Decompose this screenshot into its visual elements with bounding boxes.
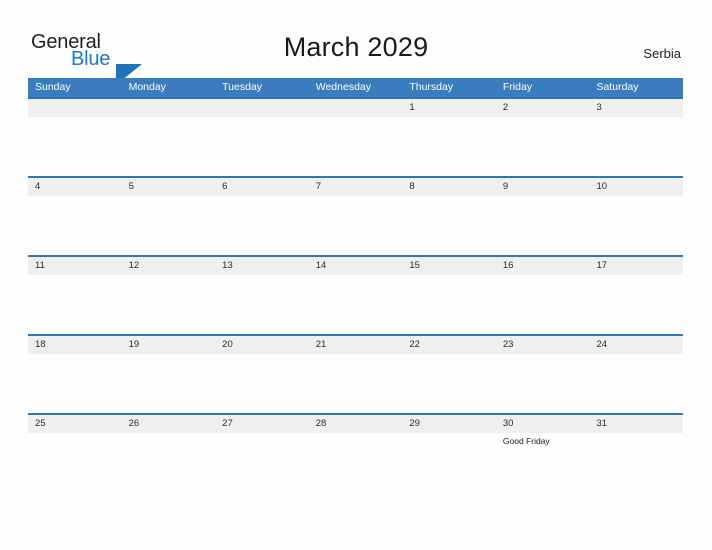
day-event bbox=[402, 117, 496, 178]
week-row: 25 26 27 28 29 30 31 Good Friday bbox=[28, 413, 683, 494]
day-number[interactable]: 4 bbox=[28, 178, 122, 196]
day-number[interactable]: 6 bbox=[215, 178, 309, 196]
week-row: 1 2 3 bbox=[28, 97, 683, 178]
day-event bbox=[309, 196, 403, 257]
day-event bbox=[309, 433, 403, 494]
day-number[interactable]: 11 bbox=[28, 257, 122, 275]
week-date-band: 1 2 3 bbox=[28, 99, 683, 117]
weekday-header-row: Sunday Monday Tuesday Wednesday Thursday… bbox=[28, 78, 683, 97]
calendar-grid: Sunday Monday Tuesday Wednesday Thursday… bbox=[28, 78, 683, 494]
week-date-band: 18 19 20 21 22 23 24 bbox=[28, 336, 683, 354]
day-number[interactable]: 3 bbox=[589, 99, 683, 117]
page-header: General Blue March 2029 Serbia bbox=[0, 0, 712, 85]
day-event-good-friday: Good Friday bbox=[502, 436, 550, 446]
page-title: March 2029 bbox=[283, 32, 429, 62]
day-event bbox=[589, 117, 683, 178]
week-date-band: 11 12 13 14 15 16 17 bbox=[28, 257, 683, 275]
day-number[interactable]: 30 bbox=[496, 415, 590, 433]
week-event-body bbox=[28, 196, 683, 257]
weekday-header-monday: Monday bbox=[128, 81, 166, 93]
day-event bbox=[122, 433, 216, 494]
day-number[interactable]: 19 bbox=[122, 336, 216, 354]
day-event bbox=[28, 354, 122, 415]
day-number[interactable]: 21 bbox=[309, 336, 403, 354]
week-row: 4 5 6 7 8 9 10 bbox=[28, 176, 683, 257]
day-number[interactable]: 28 bbox=[309, 415, 403, 433]
weekday-header-saturday: Saturday bbox=[596, 81, 639, 93]
day-number[interactable]: 13 bbox=[215, 257, 309, 275]
week-row: 18 19 20 21 22 23 24 bbox=[28, 334, 683, 415]
day-number[interactable] bbox=[28, 99, 122, 117]
day-number[interactable]: 5 bbox=[122, 178, 216, 196]
day-event bbox=[122, 275, 216, 336]
day-event bbox=[28, 117, 122, 178]
day-number[interactable]: 29 bbox=[402, 415, 496, 433]
day-number[interactable]: 26 bbox=[122, 415, 216, 433]
weekday-header-wednesday: Wednesday bbox=[315, 81, 371, 93]
week-event-body: Good Friday bbox=[28, 433, 683, 494]
day-number[interactable]: 9 bbox=[496, 178, 590, 196]
week-row: 11 12 13 14 15 16 17 bbox=[28, 255, 683, 336]
day-number[interactable] bbox=[122, 99, 216, 117]
weekday-header-tuesday: Tuesday bbox=[222, 81, 263, 93]
day-number[interactable]: 31 bbox=[589, 415, 683, 433]
day-number[interactable]: 10 bbox=[589, 178, 683, 196]
day-event bbox=[589, 433, 683, 494]
day-event bbox=[215, 196, 309, 257]
day-number[interactable]: 18 bbox=[28, 336, 122, 354]
day-event bbox=[28, 196, 122, 257]
country-label: Serbia bbox=[643, 46, 681, 61]
day-number[interactable]: 27 bbox=[215, 415, 309, 433]
week-event-body bbox=[28, 117, 683, 178]
day-number[interactable]: 20 bbox=[215, 336, 309, 354]
day-event bbox=[402, 196, 496, 257]
day-number[interactable]: 24 bbox=[589, 336, 683, 354]
week-date-band: 25 26 27 28 29 30 31 bbox=[28, 415, 683, 433]
day-event bbox=[309, 354, 403, 415]
day-event bbox=[309, 275, 403, 336]
day-number[interactable] bbox=[309, 99, 403, 117]
day-number[interactable]: 22 bbox=[402, 336, 496, 354]
day-event bbox=[215, 275, 309, 336]
day-number[interactable]: 17 bbox=[589, 257, 683, 275]
week-event-body bbox=[28, 354, 683, 415]
day-event bbox=[496, 275, 590, 336]
week-event-body bbox=[28, 275, 683, 336]
weekday-header-thursday: Thursday bbox=[409, 81, 454, 93]
day-number[interactable]: 14 bbox=[309, 257, 403, 275]
day-event bbox=[496, 117, 590, 178]
week-date-band: 4 5 6 7 8 9 10 bbox=[28, 178, 683, 196]
day-number[interactable]: 16 bbox=[496, 257, 590, 275]
day-number[interactable]: 15 bbox=[402, 257, 496, 275]
day-number[interactable]: 23 bbox=[496, 336, 590, 354]
day-number[interactable]: 12 bbox=[122, 257, 216, 275]
day-event bbox=[589, 196, 683, 257]
day-event bbox=[402, 275, 496, 336]
calendar-page: General Blue March 2029 Serbia Sunday Mo… bbox=[0, 0, 712, 550]
day-number[interactable]: 1 bbox=[402, 99, 496, 117]
day-event bbox=[122, 117, 216, 178]
day-event bbox=[215, 354, 309, 415]
day-number[interactable] bbox=[215, 99, 309, 117]
day-event bbox=[28, 433, 122, 494]
day-number[interactable]: 2 bbox=[496, 99, 590, 117]
day-event bbox=[402, 433, 496, 494]
day-event bbox=[309, 117, 403, 178]
day-number[interactable]: 8 bbox=[402, 178, 496, 196]
day-number[interactable]: 7 bbox=[309, 178, 403, 196]
day-event bbox=[215, 433, 309, 494]
day-event bbox=[122, 354, 216, 415]
day-event bbox=[496, 354, 590, 415]
weekday-header-friday: Friday bbox=[502, 81, 533, 93]
weekday-header-sunday: Sunday bbox=[35, 81, 71, 93]
day-number[interactable]: 25 bbox=[28, 415, 122, 433]
day-event bbox=[589, 354, 683, 415]
day-event bbox=[496, 196, 590, 257]
day-event bbox=[589, 275, 683, 336]
day-event bbox=[215, 117, 309, 178]
day-event bbox=[122, 196, 216, 257]
day-event bbox=[402, 354, 496, 415]
day-event bbox=[28, 275, 122, 336]
